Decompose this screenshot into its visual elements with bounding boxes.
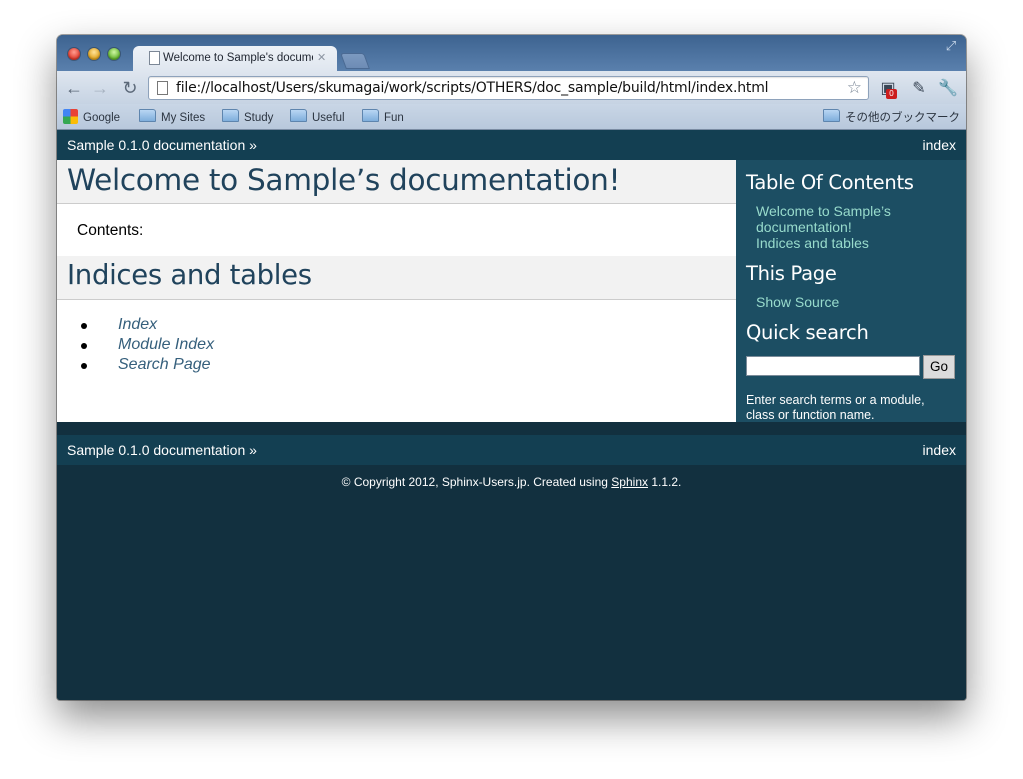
fullscreen-icon[interactable]: ⤢ [944,39,958,53]
folder-icon [290,109,307,122]
tab-strip: Welcome to Sample's documentation ✕ ⤢ [57,35,966,71]
page-title: Welcome to Sample’s documentation! [57,160,736,204]
show-source-link[interactable]: Show Source [756,294,946,310]
search-input[interactable] [746,356,920,376]
star-icon[interactable]: ☆ [847,78,862,98]
minimize-window-button[interactable] [88,48,100,60]
list-item: Module Index [80,336,214,356]
document-body: Welcome to Sample’s documentation! Conte… [57,160,736,422]
forward-icon[interactable]: → [90,78,110,98]
folder-icon [823,109,840,122]
related-bar-bottom: Sample 0.1.0 documentation » index [57,435,966,465]
browser-window: Welcome to Sample's documentation ✕ ⤢ ← … [57,35,966,700]
this-page-heading: This Page [746,262,837,285]
toc-link-indices[interactable]: Indices and tables [756,235,946,251]
sphinx-link[interactable]: Sphinx [611,475,648,489]
sidebar: Table Of Contents Welcome to Sample’s do… [736,160,966,422]
tab-title: Welcome to Sample's documentation [163,52,313,64]
folder-icon [222,109,239,122]
folder-icon [362,109,379,122]
other-bookmarks[interactable]: その他のブックマーク [823,109,960,125]
bookmark-study[interactable]: Study [222,109,273,125]
contents-label: Contents: [77,222,144,239]
close-window-button[interactable] [68,48,80,60]
page-icon [149,51,160,65]
bookmark-useful[interactable]: Useful [290,109,345,125]
bookmark-my-sites[interactable]: My Sites [139,109,205,125]
extension-badge: 0 [886,89,897,99]
zoom-window-button[interactable] [108,48,120,60]
docs-home-link[interactable]: Sample 0.1.0 documentation » [67,442,257,458]
module-index-link[interactable]: Module Index [118,336,214,353]
reload-icon[interactable]: ↻ [120,78,140,98]
search-go-button[interactable]: Go [923,355,955,379]
version-text: 1.1.2. [648,475,682,489]
browser-tab[interactable]: Welcome to Sample's documentation ✕ [133,46,337,71]
search-page-link[interactable]: Search Page [118,356,211,373]
address-bar[interactable]: file://localhost/Users/skumagai/work/scr… [148,76,869,100]
list-item: Index [80,316,214,336]
list-item: Search Page [80,356,214,376]
google-icon [63,109,78,124]
page-content: Sample 0.1.0 documentation » index Welco… [57,130,966,700]
page-icon [157,81,168,95]
search-hint: Enter search terms or a module, class or… [746,393,925,422]
bookmark-fun[interactable]: Fun [362,109,404,125]
back-icon[interactable]: ← [64,78,84,98]
close-tab-icon[interactable]: ✕ [317,51,326,64]
wrench-icon[interactable]: 🔧 [937,78,959,100]
footer: © Copyright 2012, Sphinx-Users.jp. Creat… [57,475,966,489]
related-bar-top: Sample 0.1.0 documentation » index [57,130,966,160]
index-link[interactable]: Index [118,316,157,333]
indices-list: Index Module Index Search Page [80,316,214,376]
quick-search-heading: Quick search [746,321,869,344]
folder-icon [139,109,156,122]
bookmarks-bar: Google My Sites Study Useful Fun その他のブック… [57,104,966,130]
toc-heading: Table Of Contents [746,171,914,194]
toc-link-welcome[interactable]: Welcome to Sample’s documentation! [756,203,946,235]
address-text[interactable]: file://localhost/Users/skumagai/work/scr… [176,80,769,96]
extension-icon[interactable]: ▣ 0 [877,78,899,100]
new-tab-button[interactable] [340,53,370,69]
bookmark-google[interactable]: Google [63,109,120,125]
section-heading: Indices and tables [57,256,736,300]
copyright-text: © Copyright 2012, Sphinx-Users.jp. Creat… [341,475,612,489]
index-link[interactable]: index [923,442,956,458]
toolbar: ← → ↻ file://localhost/Users/skumagai/wo… [57,71,966,104]
index-link[interactable]: index [923,137,956,153]
docs-home-link[interactable]: Sample 0.1.0 documentation » [67,137,257,153]
extension-tool-icon[interactable]: ✎ [908,78,930,100]
